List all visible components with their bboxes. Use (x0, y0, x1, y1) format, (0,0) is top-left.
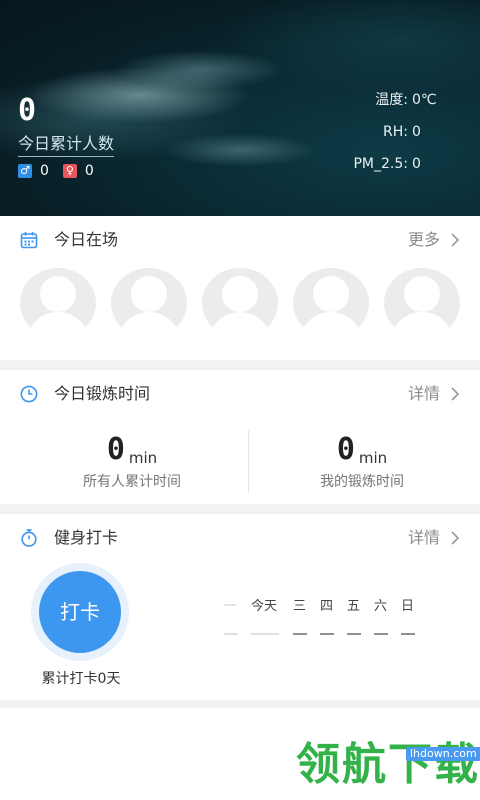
checkin-title: 健身打卡 (54, 528, 119, 547)
weekday-strip: 一 今天 三 四 五 六 日 (222, 595, 422, 645)
avatar[interactable] (111, 268, 187, 338)
humidity-label: RH: (383, 124, 408, 140)
weekday-label: 六 (374, 599, 388, 614)
male-count: 0 (40, 163, 49, 179)
my-exercise-value: 0 (336, 432, 355, 467)
checkin-detail-link[interactable]: 详情 (408, 527, 460, 549)
all-exercise-metric: 0 min 所有人累计时间 (12, 432, 252, 491)
avatar[interactable] (384, 268, 460, 338)
weekday-label: 今天 (251, 599, 278, 614)
humidity-row: RH: 0 (353, 120, 434, 152)
today-present-header: 今日在场 更多 (0, 216, 480, 264)
detail-label: 详情 (407, 384, 440, 403)
all-exercise-desc: 所有人累计时间 (83, 474, 181, 490)
gender-counts: ♂ 0 ♀ 0 (18, 163, 108, 179)
weekday-bar (347, 633, 361, 635)
chevron-right-icon (451, 531, 460, 545)
pm25-row: PM_2.5: 0 (353, 152, 434, 184)
my-exercise-metric: 0 min 我的锻炼时间 (242, 432, 480, 491)
section-gap (0, 360, 480, 370)
pm25-label: PM_2.5: (353, 156, 408, 172)
temperature-value: 0℃ (412, 92, 437, 108)
exercise-time-header: 今日锻炼时间 详情 (0, 370, 480, 418)
clock-icon (20, 385, 38, 403)
checkin-button[interactable]: 打卡 (39, 571, 121, 653)
today-present-more-link[interactable]: 更多 (408, 229, 460, 251)
weekday-bar (293, 633, 307, 635)
my-exercise-unit: min (358, 449, 388, 467)
weekday-bar (320, 633, 334, 635)
stopwatch-icon (21, 529, 37, 547)
avatar[interactable] (20, 268, 96, 338)
checkin-header: 健身打卡 详情 (0, 514, 480, 562)
weekday-bar (374, 633, 388, 635)
more-label: 更多 (407, 230, 440, 249)
female-icon: ♀ (62, 164, 77, 178)
calendar-icon (20, 232, 38, 249)
humidity-value: 0 (412, 124, 421, 140)
avatar[interactable] (202, 268, 278, 338)
detail-label: 详情 (407, 528, 440, 547)
all-exercise-value: 0 (106, 432, 125, 467)
exercise-detail-link[interactable]: 详情 (408, 383, 460, 405)
exercise-time-title: 今日锻炼时间 (54, 384, 151, 403)
hero-banner: 0 今日累计人数 ♂ 0 ♀ 0 温度: 0℃ RH: 0 PM_2.5: 0 (0, 0, 480, 216)
weekday-label: 五 (347, 599, 361, 614)
weekday-bar (251, 633, 279, 635)
weekday-bar (401, 633, 415, 635)
chevron-right-icon (451, 233, 460, 247)
environment-stats: 温度: 0℃ RH: 0 PM_2.5: 0 (353, 88, 437, 184)
present-avatars (20, 268, 460, 338)
today-total-count: 0 (18, 93, 37, 128)
avatar[interactable] (293, 268, 369, 338)
weekday-label: 日 (401, 599, 415, 614)
temperature-label: 温度: (375, 92, 408, 108)
section-gap (0, 504, 480, 514)
watermark-url: lhdown.com (406, 747, 480, 761)
chevron-right-icon (451, 387, 460, 401)
weekday-bar (224, 633, 238, 635)
weekday-label: 一 (224, 599, 238, 614)
today-total-label: 今日累计人数 (18, 134, 115, 157)
male-icon: ♂ (18, 164, 32, 178)
temperature-row: 温度: 0℃ (353, 88, 437, 120)
today-present-title: 今日在场 (54, 230, 119, 249)
my-exercise-desc: 我的锻炼时间 (320, 474, 404, 490)
section-gap (0, 700, 480, 708)
weekday-label: 三 (293, 599, 307, 614)
all-exercise-unit: min (128, 449, 158, 467)
checkin-total-days: 累计打卡0天 (41, 671, 121, 687)
pm25-value: 0 (412, 156, 421, 172)
female-count: 0 (84, 163, 94, 179)
weekday-label: 四 (320, 599, 334, 614)
